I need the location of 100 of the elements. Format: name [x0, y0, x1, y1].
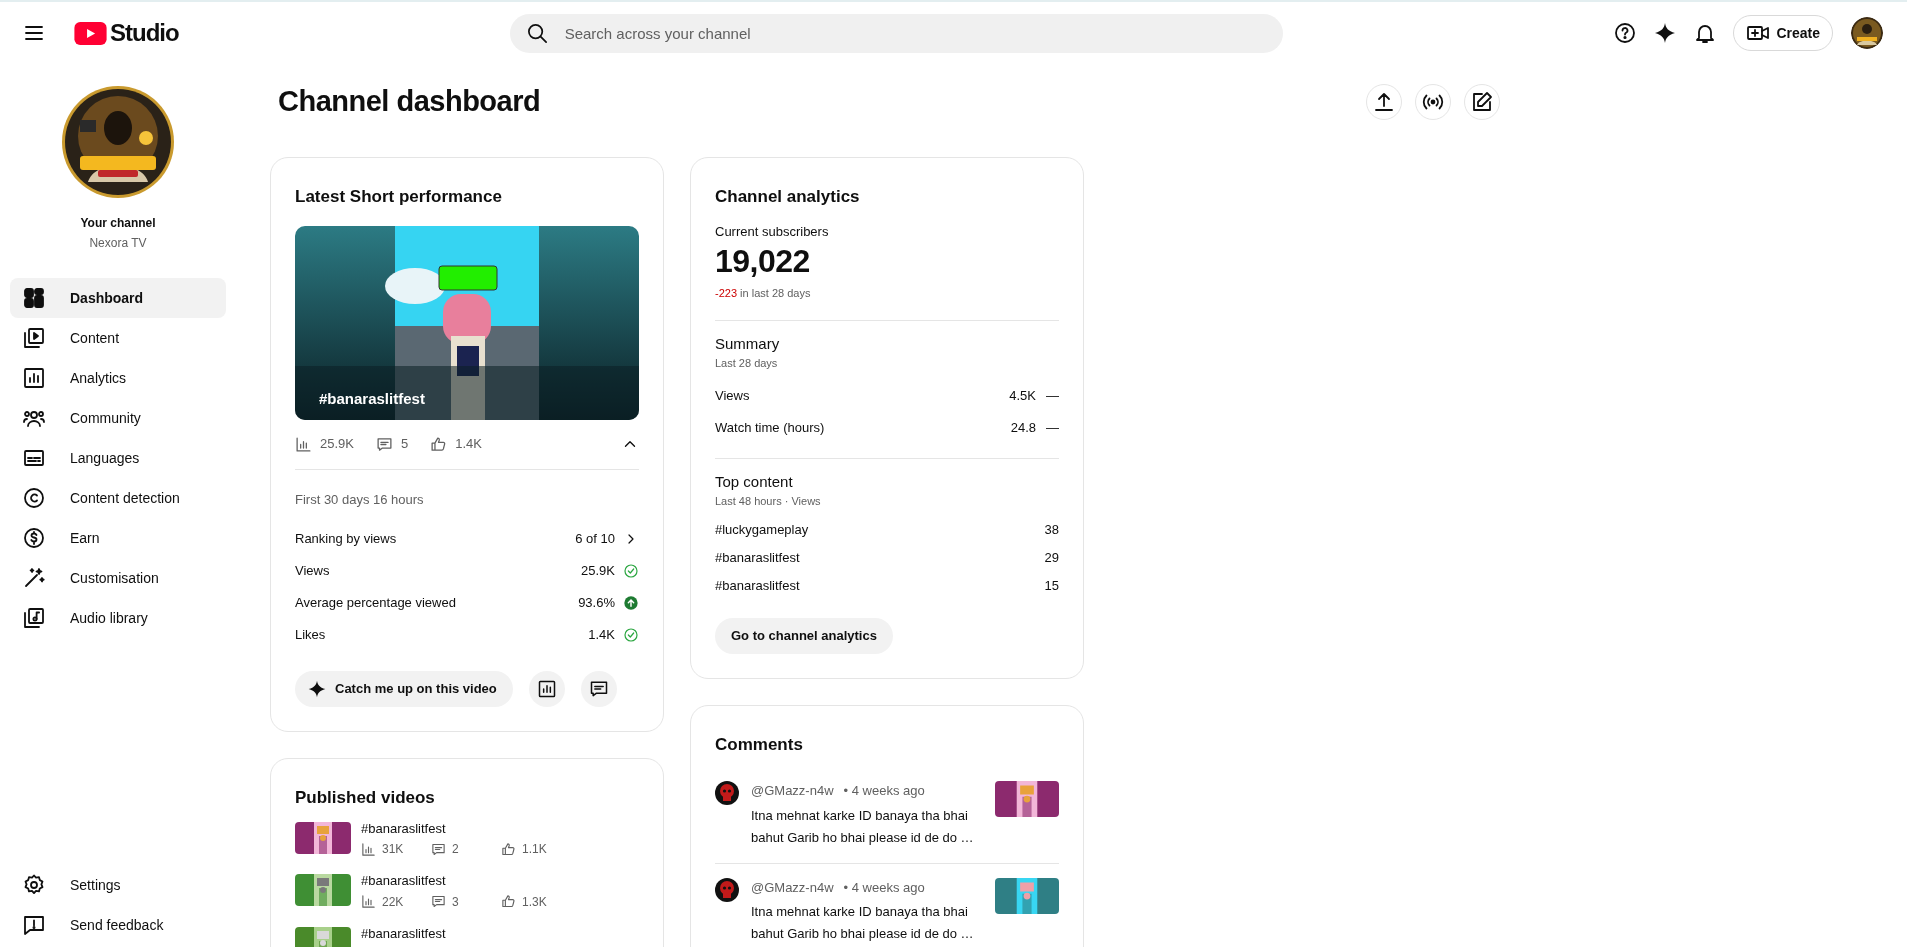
analytics-button[interactable] [528, 671, 565, 707]
card-title: Comments [715, 733, 804, 756]
comment-text: Itna mehnat karke ID banaya tha bhai bahut Garib ho bhai please id de do … [751, 806, 975, 847]
comment-author[interactable]: @GMazz-n4w [751, 877, 834, 897]
arrow-up-circle-icon [623, 595, 639, 611]
stat-likes: 1.4K [430, 434, 482, 454]
stat-likes: 1.1K [501, 840, 547, 858]
avatar [715, 781, 739, 805]
magic-wand-icon [22, 566, 46, 590]
thumbs-up-icon [430, 435, 448, 453]
thumbs-up-icon [501, 841, 516, 857]
search-field[interactable]: Search across your channel [509, 13, 1283, 53]
section-title: Top content [715, 471, 794, 492]
stat-comments: 5 [376, 434, 409, 454]
sidebar-item[interactable]: Community [10, 398, 226, 438]
feedback-icon [22, 913, 46, 937]
stat-views: 31K [361, 840, 431, 858]
metric-label: Watch time (hours) [715, 418, 825, 437]
stat-comments: 3 [431, 892, 501, 911]
check-circle-icon [623, 627, 639, 643]
video-library-icon [22, 326, 46, 350]
subscriber-count: 19,022 [715, 242, 811, 281]
view-count: 38 [1044, 520, 1059, 539]
metric-value: 4.5K [1009, 386, 1036, 405]
sidebar-item[interactable]: Content detection [10, 478, 226, 518]
metric-value: 25.9K [581, 562, 615, 581]
card-title: Channel analytics [715, 186, 861, 208]
page-title: Channel dashboard [277, 84, 541, 120]
bar-chart-icon [361, 841, 376, 857]
stat-views: 22K [361, 892, 431, 911]
video-title: #banaraslitfest [319, 389, 425, 409]
copyright-icon [22, 486, 46, 510]
settings-icon [22, 873, 46, 897]
sidebar-item[interactable]: Languages [10, 438, 226, 478]
music-library-icon [22, 606, 46, 630]
thumbs-up-icon [501, 894, 516, 909]
upload-icon [1372, 90, 1396, 114]
video-title: #luckygameplay [715, 520, 809, 539]
period-label: First 30 days 16 hours [295, 490, 425, 509]
metric-label: Views [295, 562, 330, 581]
comment-icon [431, 894, 446, 909]
bar-chart-icon [295, 435, 312, 453]
view-count: 15 [1044, 576, 1059, 595]
subscriber-change: -223 in last 28 days [715, 286, 812, 301]
sidebar-item[interactable]: Analytics [10, 358, 226, 398]
metric-label: Ranking by views [295, 530, 397, 549]
sidebar-item[interactable]: Earn [10, 518, 226, 558]
sidebar-item[interactable]: Settings [10, 865, 226, 905]
dashboard-icon [22, 286, 46, 310]
check-circle-icon [623, 563, 639, 579]
comment-icon [588, 679, 609, 699]
sidebar-item[interactable]: Dashboard [10, 278, 226, 318]
bar-chart-icon [361, 894, 376, 909]
sidebar-item[interactable]: Content [10, 318, 226, 358]
sidebar-item[interactable]: Send feedback [10, 905, 226, 945]
edit-icon [1470, 90, 1494, 114]
trend-mark: — [1046, 418, 1059, 437]
section-subtitle: Last 48 hours · Views [715, 494, 822, 509]
metric-label: Views [715, 386, 750, 405]
metric-value: 6 of 10 [575, 530, 615, 549]
metric-value: 93.6% [578, 594, 615, 613]
avatar [715, 877, 739, 902]
metric-value: 1.4K [588, 626, 615, 645]
card-title: Latest Short performance [295, 186, 503, 208]
avatar[interactable] [1851, 17, 1883, 49]
analytics-icon [536, 679, 557, 699]
sidebar-item[interactable]: Audio library [10, 598, 226, 638]
comment-icon [376, 435, 393, 453]
help-icon [1613, 21, 1638, 45]
video-title: #banaraslitfest [361, 924, 446, 943]
comment-icon [431, 841, 446, 857]
channel-name: Nexora TV [89, 235, 147, 252]
comment-time: • 4 weeks ago [843, 878, 925, 897]
section-subtitle: Last 28 days [715, 356, 779, 371]
analytics-icon [22, 366, 46, 390]
video-title: #banaraslitfest [361, 819, 447, 838]
sidebar-item[interactable]: Customisation [10, 558, 226, 598]
video-title: #banaraslitfest [715, 548, 800, 567]
help-button[interactable] [1613, 21, 1638, 45]
comments-button[interactable] [580, 671, 617, 707]
comment-text: Itna mehnat karke ID banaya tha bhai bahut Garib ho bhai please id de do … [751, 903, 975, 943]
trend-mark: — [1046, 386, 1059, 405]
stat-views: 25.9K [295, 434, 354, 454]
stat-likes: 1.3K [501, 892, 547, 911]
card-title: Published videos [295, 787, 436, 809]
play-logo-icon [74, 21, 107, 45]
video-title: #banaraslitfest [715, 576, 800, 595]
comment-author[interactable]: @GMazz-n4w [751, 781, 834, 801]
channel-label: Your channel [80, 215, 156, 232]
video-title: #banaraslitfest [361, 872, 447, 890]
dollar-icon [22, 526, 46, 550]
channel-analytics-button[interactable]: Go to channel analytics [715, 617, 893, 654]
section-title: Summary [715, 333, 781, 354]
stat-comments: 2 [431, 840, 501, 858]
app-name: Studio [110, 18, 179, 48]
subscribers-label: Current subscribers [715, 222, 830, 241]
metric-label: Likes [295, 626, 326, 645]
search-icon [525, 21, 549, 45]
catch-up-button[interactable]: Catch me up on this video [295, 671, 513, 707]
view-count: 29 [1044, 548, 1059, 567]
